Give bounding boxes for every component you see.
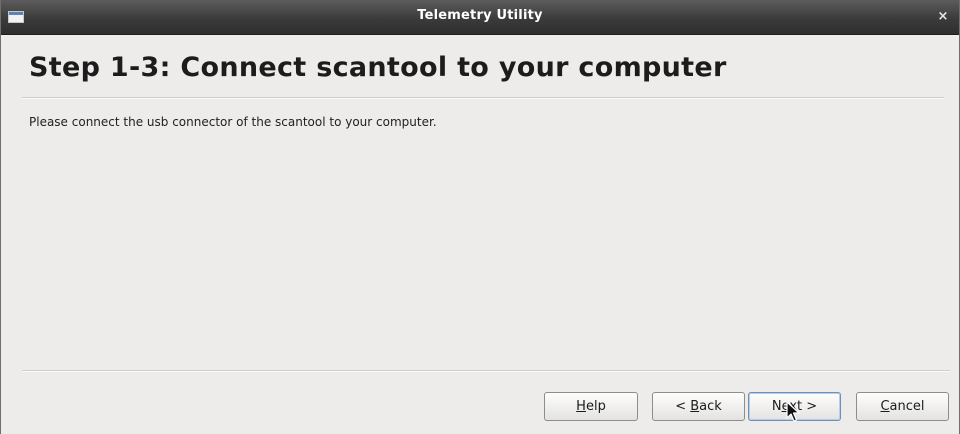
help-label-rest: elp [585,399,606,414]
title-bar[interactable]: Telemetry Utility × [1,0,959,35]
footer-divider [22,370,950,372]
window-title: Telemetry Utility [417,8,543,23]
cancel-label-rest: ancel [889,399,925,414]
instruction-text: Please connect the usb connector of the … [29,115,437,129]
back-label-prefix: < [675,399,691,414]
help-button[interactable]: Help [544,392,638,421]
back-label-rest: ack [699,399,722,414]
wizard-window: Telemetry Utility × Step 1-3: Connect sc… [0,0,960,434]
header-divider [22,97,944,99]
page-title: Step 1-3: Connect scantool to your compu… [29,52,727,83]
back-mnemonic: B [690,399,700,414]
mouse-pointer-icon [786,401,800,422]
back-button[interactable]: < Back [652,392,745,421]
help-mnemonic: H [576,399,586,414]
cancel-button[interactable]: Cancel [856,392,949,421]
cancel-mnemonic: C [880,399,890,414]
next-label-prefix: N [771,399,782,414]
close-icon[interactable]: × [935,9,951,25]
